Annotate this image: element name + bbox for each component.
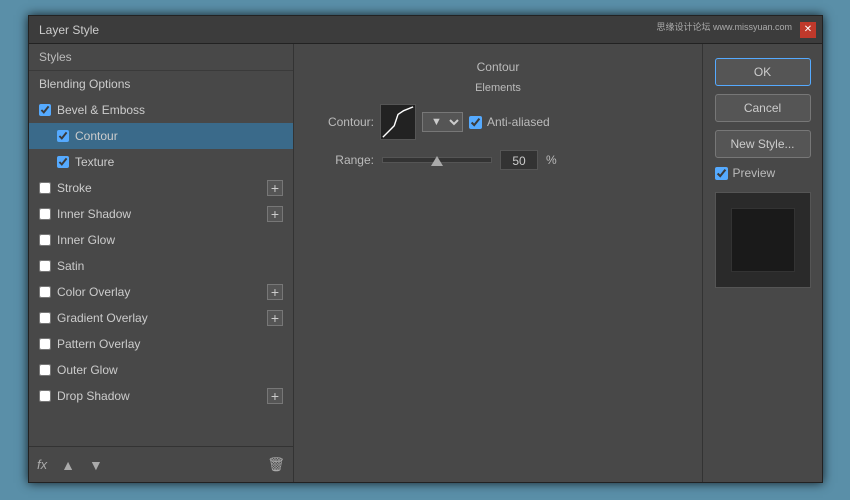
section-title: Contour bbox=[314, 60, 682, 74]
preview-box bbox=[715, 192, 811, 288]
contour-field-label: Contour: bbox=[314, 115, 374, 129]
close-button[interactable]: ✕ bbox=[800, 22, 816, 38]
cancel-button[interactable]: Cancel bbox=[715, 94, 811, 122]
color-overlay-plus-button[interactable]: + bbox=[267, 284, 283, 300]
gradient-overlay-checkbox[interactable] bbox=[39, 312, 51, 324]
anti-alias-row: Anti-aliased bbox=[469, 115, 550, 129]
sidebar-item-stroke[interactable]: Stroke + bbox=[29, 175, 293, 201]
layer-list: Blending Options Bevel & Emboss Contour … bbox=[29, 71, 293, 446]
left-panel: Styles Blending Options Bevel & Emboss C… bbox=[29, 44, 294, 482]
ok-button[interactable]: OK bbox=[715, 58, 811, 86]
title-bar: Layer Style 思缘设计论坛 www.missyuan.com ✕ bbox=[29, 16, 822, 44]
outer-glow-checkbox[interactable] bbox=[39, 364, 51, 376]
stroke-plus-button[interactable]: + bbox=[267, 180, 283, 196]
contour-thumbnail[interactable] bbox=[380, 104, 416, 140]
move-up-button[interactable]: ▲ bbox=[57, 455, 79, 475]
drop-shadow-label: Drop Shadow bbox=[57, 389, 267, 403]
delete-button[interactable]: 🗑 bbox=[267, 456, 285, 473]
range-slider-container bbox=[382, 157, 492, 163]
range-percent-label: % bbox=[546, 153, 557, 167]
color-overlay-label: Color Overlay bbox=[57, 285, 267, 299]
outer-glow-label: Outer Glow bbox=[57, 363, 283, 377]
preview-check-row: Preview bbox=[715, 166, 811, 180]
sidebar-item-gradient-overlay[interactable]: Gradient Overlay + bbox=[29, 305, 293, 331]
range-slider-thumb bbox=[431, 156, 443, 166]
sidebar-item-blending-options[interactable]: Blending Options bbox=[29, 71, 293, 97]
sidebar-item-satin[interactable]: Satin bbox=[29, 253, 293, 279]
drop-shadow-plus-button[interactable]: + bbox=[267, 388, 283, 404]
section-subtitle: Elements bbox=[314, 82, 682, 94]
inner-shadow-checkbox[interactable] bbox=[39, 208, 51, 220]
styles-header: Styles bbox=[29, 44, 293, 71]
color-overlay-checkbox[interactable] bbox=[39, 286, 51, 298]
range-row: Range: 50 % bbox=[314, 150, 682, 170]
contour-row: Contour: ▼ Anti-aliased bbox=[314, 104, 682, 140]
fx-label: fx bbox=[37, 457, 47, 472]
move-down-button[interactable]: ▼ bbox=[85, 455, 107, 475]
layer-style-dialog: Layer Style 思缘设计论坛 www.missyuan.com ✕ St… bbox=[28, 15, 823, 483]
blending-options-label: Blending Options bbox=[39, 77, 283, 91]
range-value-input[interactable]: 50 bbox=[500, 150, 538, 170]
texture-checkbox[interactable] bbox=[57, 156, 69, 168]
gradient-overlay-plus-button[interactable]: + bbox=[267, 310, 283, 326]
inner-shadow-label: Inner Shadow bbox=[57, 207, 267, 221]
dialog-title: Layer Style bbox=[39, 23, 99, 37]
sidebar-item-inner-glow[interactable]: Inner Glow bbox=[29, 227, 293, 253]
sidebar-item-color-overlay[interactable]: Color Overlay + bbox=[29, 279, 293, 305]
drop-shadow-checkbox[interactable] bbox=[39, 390, 51, 402]
satin-label: Satin bbox=[57, 259, 283, 273]
preview-label: Preview bbox=[733, 166, 776, 180]
bevel-emboss-checkbox[interactable] bbox=[39, 104, 51, 116]
pattern-overlay-checkbox[interactable] bbox=[39, 338, 51, 350]
sidebar-item-texture[interactable]: Texture bbox=[29, 149, 293, 175]
sidebar-item-inner-shadow[interactable]: Inner Shadow + bbox=[29, 201, 293, 227]
watermark: 思缘设计论坛 www.missyuan.com bbox=[656, 20, 792, 33]
texture-label: Texture bbox=[75, 155, 283, 169]
contour-label-item: Contour bbox=[75, 129, 283, 143]
inner-glow-label: Inner Glow bbox=[57, 233, 283, 247]
range-slider-track[interactable] bbox=[382, 157, 492, 163]
bevel-emboss-label: Bevel & Emboss bbox=[57, 103, 283, 117]
contour-checkbox[interactable] bbox=[57, 130, 69, 142]
new-style-button[interactable]: New Style... bbox=[715, 130, 811, 158]
sidebar-item-contour[interactable]: Contour bbox=[29, 123, 293, 149]
sidebar-item-outer-glow[interactable]: Outer Glow bbox=[29, 357, 293, 383]
right-panel: OK Cancel New Style... Preview bbox=[702, 44, 822, 482]
sidebar-item-bevel-emboss[interactable]: Bevel & Emboss bbox=[29, 97, 293, 123]
stroke-label: Stroke bbox=[57, 181, 267, 195]
dialog-body: Styles Blending Options Bevel & Emboss C… bbox=[29, 44, 822, 482]
preview-checkbox[interactable] bbox=[715, 167, 728, 180]
stroke-checkbox[interactable] bbox=[39, 182, 51, 194]
satin-checkbox[interactable] bbox=[39, 260, 51, 272]
gradient-overlay-label: Gradient Overlay bbox=[57, 311, 267, 325]
preview-inner bbox=[731, 208, 795, 272]
anti-aliased-checkbox[interactable] bbox=[469, 116, 482, 129]
sidebar-item-pattern-overlay[interactable]: Pattern Overlay bbox=[29, 331, 293, 357]
anti-aliased-label: Anti-aliased bbox=[487, 115, 550, 129]
contour-dropdown[interactable]: ▼ bbox=[422, 112, 463, 132]
inner-shadow-plus-button[interactable]: + bbox=[267, 206, 283, 222]
inner-glow-checkbox[interactable] bbox=[39, 234, 51, 246]
bottom-toolbar: fx ▲ ▼ 🗑 bbox=[29, 446, 293, 482]
range-field-label: Range: bbox=[314, 153, 374, 167]
center-panel: Contour Elements Contour: ▼ Anti-aliased bbox=[294, 44, 702, 482]
pattern-overlay-label: Pattern Overlay bbox=[57, 337, 283, 351]
sidebar-item-drop-shadow[interactable]: Drop Shadow + bbox=[29, 383, 293, 409]
